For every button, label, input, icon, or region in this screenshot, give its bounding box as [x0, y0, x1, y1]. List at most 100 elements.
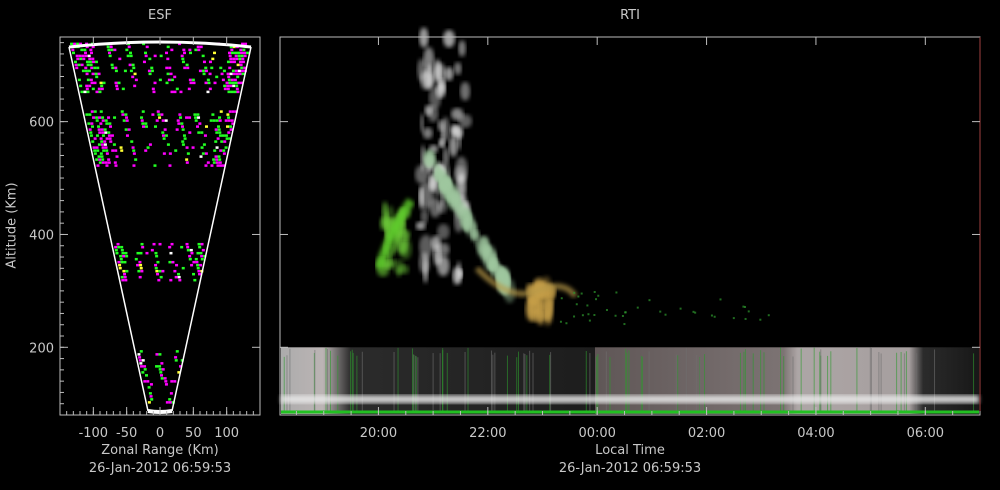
esf-echo-point: [139, 263, 143, 267]
esf-echo-point: [115, 84, 119, 88]
esf-echo-point: [213, 81, 217, 85]
esf-echo-point: [87, 69, 91, 73]
esf-echo-point: [143, 380, 147, 383]
esf-echo-point: [210, 164, 214, 167]
esf-echo-point: [220, 72, 224, 76]
esf-echo-point: [199, 155, 203, 158]
esf-echo-point: [231, 81, 235, 85]
esf-echo-point: [204, 66, 208, 70]
esf-echo-point: [217, 128, 221, 131]
esf-echo-point: [180, 54, 184, 58]
esf-echo-point: [157, 278, 161, 282]
esf-echo-point: [235, 84, 239, 88]
esf-echo-point: [155, 269, 159, 273]
esf-echo-point: [222, 69, 226, 73]
esf-echo-point: [161, 269, 165, 273]
rti-plume-blob: [476, 237, 487, 253]
esf-echo-point: [186, 152, 190, 155]
esf-echo-point: [87, 54, 91, 58]
esf-echo-point: [181, 125, 185, 128]
esf-echo-point: [229, 72, 233, 76]
esf-echo-point: [85, 84, 89, 88]
rti-sparse-echo: [747, 310, 750, 313]
esf-echo-point: [210, 66, 214, 70]
esf-echo-point: [92, 116, 96, 119]
esf-echo-point: [166, 72, 170, 76]
esf-echo-point: [107, 48, 111, 52]
esf-echo-point: [140, 116, 144, 119]
esf-echo-point: [240, 54, 244, 58]
esf-echo-point: [75, 54, 79, 58]
rti-plume-blob: [458, 40, 466, 57]
esf-echo-point: [119, 257, 123, 261]
esf-echo-point: [101, 146, 105, 149]
esf-echo-point: [193, 113, 197, 116]
esf-echo-point: [139, 266, 143, 270]
esf-echo-point: [234, 51, 238, 55]
esf-echo-point: [130, 140, 134, 143]
esf-echo-point: [158, 269, 162, 273]
rti-plume-blob: [398, 264, 410, 275]
esf-echo-point: [192, 272, 196, 276]
esf-echo-point: [111, 66, 115, 70]
esf-echo-point: [238, 72, 242, 76]
esf-echo-point: [86, 63, 90, 67]
esf-x-tick-label: -50: [116, 426, 137, 441]
esf-echo-point: [168, 260, 172, 264]
esf-echo-point: [95, 146, 99, 149]
esf-echo-point: [220, 140, 224, 143]
esf-echo-point: [96, 66, 100, 70]
esf-echo-point: [140, 119, 144, 122]
esf-echo-point: [129, 69, 133, 73]
esf-echo-point: [93, 66, 97, 70]
esf-echo-point: [168, 401, 172, 404]
esf-echo-point: [145, 45, 149, 49]
esf-echo-point: [149, 395, 153, 398]
esf-echo-point: [192, 81, 196, 85]
esf-echo-point: [161, 131, 165, 134]
esf-echo-point: [194, 116, 198, 119]
esf-echo-point: [102, 81, 106, 85]
esf-echo-point: [90, 51, 94, 55]
esf-echo-point: [120, 245, 124, 249]
rti-sparse-echo: [580, 292, 583, 295]
esf-echo-point: [175, 350, 179, 353]
rti-x-tick-label: 00:00: [578, 426, 615, 441]
esf-echo-point: [232, 84, 236, 88]
esf-echo-point: [142, 60, 146, 64]
esf-echo-point: [179, 116, 183, 119]
esf-echo-point: [211, 113, 215, 116]
rti-sparse-echo: [615, 291, 618, 294]
rti-sparse-echo: [587, 313, 590, 316]
esf-echo-point: [228, 54, 232, 58]
esf-echo-point: [226, 113, 230, 116]
esf-echo-point: [173, 90, 177, 94]
esf-echo-point: [182, 48, 186, 52]
esf-echo-point: [218, 116, 222, 119]
esf-echo-point: [107, 131, 111, 134]
esf-echo-point: [183, 51, 187, 55]
esf-timestamp: 26-Jan-2012 06:59:53: [88, 461, 232, 476]
esf-echo-point: [132, 149, 136, 152]
esf-echo-point: [100, 143, 104, 146]
esf-echo-point: [229, 84, 233, 88]
esf-echo-point: [227, 116, 231, 119]
esf-echo-point: [206, 78, 210, 82]
rti-plume-blob: [435, 166, 444, 183]
esf-echo-point: [98, 158, 102, 161]
esf-echo-point: [185, 161, 189, 164]
esf-echo-point: [154, 263, 158, 267]
esf-echo-point: [142, 125, 146, 128]
esf-echo-point: [226, 72, 230, 76]
rti-plume-blob: [471, 230, 480, 240]
esf-echo-point: [218, 119, 222, 122]
esf-echo-point: [81, 54, 85, 58]
esf-echo-point: [152, 90, 156, 94]
esf-echo-point: [141, 122, 145, 125]
esf-echo-point: [100, 84, 104, 88]
esf-echo-point: [101, 119, 105, 122]
rti-plume-blob: [487, 255, 499, 271]
rti-plume-blob: [420, 208, 429, 224]
esf-echo-point: [168, 66, 172, 70]
esf-echo-point: [161, 134, 165, 137]
